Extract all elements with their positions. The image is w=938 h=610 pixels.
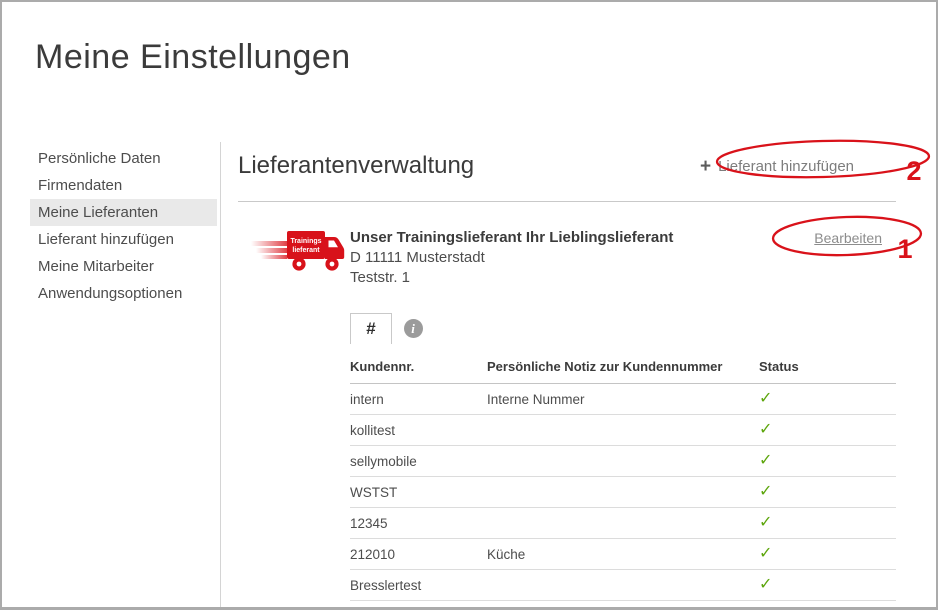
cell-notiz (487, 446, 759, 477)
cell-kundennr: Bresslertest (350, 570, 487, 601)
truck-logo-text-2: lieferant (292, 247, 320, 254)
table-row: KGR ✓ (350, 601, 896, 610)
sidebar-item-persoenliche-daten[interactable]: Persönliche Daten (30, 145, 217, 172)
supplier-city: D 11111 Musterstadt (350, 248, 896, 268)
supplier-name: Unser Trainingslieferant Ihr Lieblingsli… (350, 228, 814, 248)
cell-status: ✓ (759, 508, 896, 539)
supplier-details: Unser Trainingslieferant Ihr Lieblingsli… (350, 228, 896, 610)
sidebar-item-meine-lieferanten[interactable]: Meine Lieferanten (30, 199, 217, 226)
cell-kundennr: KGR (350, 601, 487, 610)
cell-kundennr: 212010 (350, 539, 487, 570)
table-row: WSTST ✓ (350, 477, 896, 508)
cell-kundennr: WSTST (350, 477, 487, 508)
table-row: intern Interne Nummer ✓ (350, 384, 896, 415)
supplier-tabs: # i (350, 313, 896, 344)
speed-line (251, 241, 287, 246)
cell-notiz (487, 601, 759, 610)
sidebar-item-lieferant-hinzufuegen[interactable]: Lieferant hinzufügen (30, 226, 217, 253)
status-check-icon: ✓ (759, 483, 772, 500)
add-supplier-link[interactable]: + Lieferant hinzufügen (700, 157, 854, 176)
info-icon: i (404, 319, 423, 338)
header-divider (238, 201, 896, 202)
panel-header: Lieferantenverwaltung + Lieferant hinzuf… (238, 144, 896, 188)
cell-kundennr: 12345 (350, 508, 487, 539)
status-check-icon: ✓ (759, 545, 772, 562)
speed-line (256, 248, 287, 253)
cell-status: ✓ (759, 570, 896, 601)
supplier-card: Trainings lieferant Unser Trainingsliefe… (238, 228, 896, 610)
truck-cab (325, 237, 344, 259)
supplier-truck-logo: Trainings lieferant (251, 226, 348, 274)
supplier-management-panel: Lieferantenverwaltung + Lieferant hinzuf… (220, 142, 936, 607)
cell-notiz: Interne Nummer (487, 384, 759, 415)
table-row: 212010 Küche ✓ (350, 539, 896, 570)
cell-kundennr: intern (350, 384, 487, 415)
sidebar-item-meine-mitarbeiter[interactable]: Meine Mitarbeiter (30, 253, 217, 280)
table-row: Bresslertest ✓ (350, 570, 896, 601)
col-header-notiz: Persönliche Notiz zur Kundennummer (487, 357, 759, 384)
cell-status: ✓ (759, 384, 896, 415)
panel-heading: Lieferantenverwaltung (238, 152, 474, 180)
table-row: sellymobile ✓ (350, 446, 896, 477)
sidebar-item-firmendaten[interactable]: Firmendaten (30, 172, 217, 199)
add-supplier-label: Lieferant hinzufügen (718, 158, 854, 175)
tab-info[interactable]: i (392, 313, 434, 344)
speed-line (261, 255, 287, 259)
edit-link[interactable]: Bearbeiten (814, 228, 882, 248)
cell-status: ✓ (759, 601, 896, 610)
supplier-street: Teststr. 1 (350, 268, 896, 288)
page-title: Meine Einstellungen (35, 38, 936, 77)
table-header-row: Kundennr. Persönliche Notiz zur Kundennu… (350, 357, 896, 384)
status-check-icon: ✓ (759, 390, 772, 407)
cell-status: ✓ (759, 477, 896, 508)
table-row: kollitest ✓ (350, 415, 896, 446)
status-check-icon: ✓ (759, 421, 772, 438)
plus-icon: + (700, 157, 711, 176)
tab-customer-numbers[interactable]: # (350, 313, 392, 344)
status-check-icon: ✓ (759, 576, 772, 593)
cell-status: ✓ (759, 539, 896, 570)
table-row: 12345 ✓ (350, 508, 896, 539)
settings-sidebar: Persönliche Daten Firmendaten Meine Lief… (2, 142, 220, 607)
settings-window: Meine Einstellungen Persönliche Daten Fi… (0, 0, 938, 610)
col-header-kundennr: Kundennr. (350, 357, 487, 384)
cell-notiz (487, 570, 759, 601)
truck-cargo-box (287, 231, 325, 259)
cell-status: ✓ (759, 415, 896, 446)
cell-notiz: Küche (487, 539, 759, 570)
status-check-icon: ✓ (759, 514, 772, 531)
content-area: Persönliche Daten Firmendaten Meine Lief… (2, 142, 936, 607)
col-header-status: Status (759, 357, 896, 384)
supplier-head-row: Unser Trainingslieferant Ihr Lieblingsli… (350, 228, 896, 248)
cell-kundennr: kollitest (350, 415, 487, 446)
cell-status: ✓ (759, 446, 896, 477)
truck-logo-text-1: Trainings (290, 238, 321, 245)
customer-number-table: Kundennr. Persönliche Notiz zur Kundennu… (350, 357, 896, 610)
cell-notiz (487, 415, 759, 446)
cell-notiz (487, 508, 759, 539)
status-check-icon: ✓ (759, 452, 772, 469)
truck-wheel-hub (297, 262, 302, 267)
cell-kundennr: sellymobile (350, 446, 487, 477)
cell-notiz (487, 477, 759, 508)
truck-wheel-hub (330, 262, 335, 267)
sidebar-item-anwendungsoptionen[interactable]: Anwendungsoptionen (30, 280, 217, 307)
